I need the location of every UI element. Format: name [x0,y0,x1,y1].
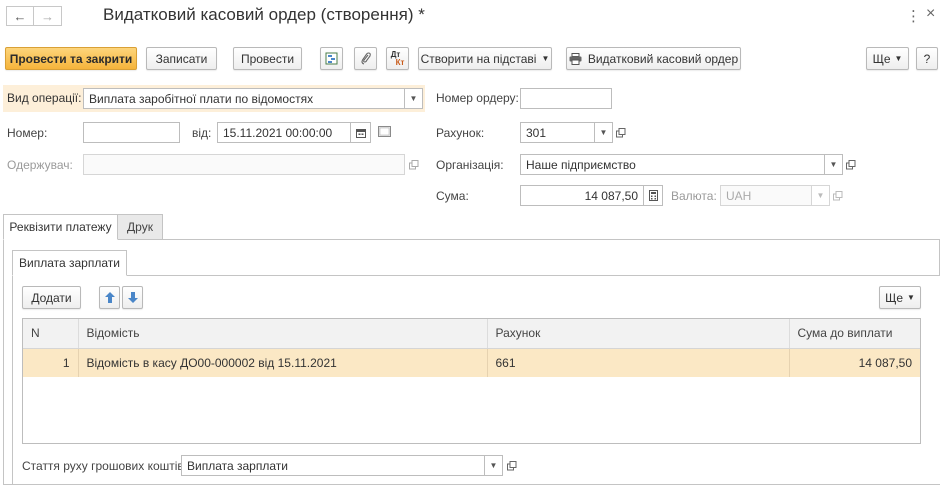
cashflow-input[interactable]: Виплата зарплати [181,455,485,476]
open-window-icon [833,190,843,200]
chevron-down-icon: ▼ [907,293,915,302]
column-header-account[interactable]: Рахунок [487,319,790,349]
cashflow-label: Стаття руху грошових коштів: [22,459,188,473]
table-more-label: Ще [885,290,903,305]
table-row[interactable]: 1 Відомість в касу ДО00-000002 від 15.11… [23,348,920,377]
save-button[interactable]: Записати [146,47,217,70]
chevron-down-icon: ▼ [894,54,903,63]
account-input[interactable]: 301 [520,122,595,143]
structure-icon [325,52,338,65]
currency-open-button[interactable] [829,185,847,206]
close-icon[interactable]: × [926,5,935,23]
create-based-on-label: Створити на підставі [420,51,537,66]
number-input[interactable] [83,122,180,143]
organization-label: Організація: [436,158,504,172]
chevron-down-icon: ▼ [489,461,498,470]
cell-amount: 14 087,50 [789,348,920,377]
amount-input[interactable]: 14 087,50 [520,185,644,206]
operation-label: Вид операції: [7,91,82,105]
tablet-icon[interactable] [378,126,391,140]
account-label: Рахунок: [436,126,485,140]
create-based-on-button[interactable]: Створити на підставі ▼ [418,47,552,70]
organization-open-button[interactable] [842,154,860,175]
post-button[interactable]: Провести [233,47,302,70]
recipient-input[interactable] [83,154,405,175]
open-window-icon [846,159,856,169]
column-header-statement[interactable]: Відомість [78,319,488,349]
paperclip-icon [360,52,371,65]
table-more-button[interactable]: Ще ▼ [879,286,921,309]
dt-kt-button[interactable]: Дт Кт [386,47,409,70]
printer-icon [569,52,582,65]
column-header-amount[interactable]: Сума до виплати [789,319,920,349]
organization-dropdown-button[interactable]: ▼ [825,154,843,175]
cell-statement: Відомість в касу ДО00-000002 від 15.11.2… [78,348,488,377]
operation-select[interactable]: Виплата заробітної плати по відомостях [83,88,405,109]
recipient-label: Одержувач: [7,158,73,172]
print-order-button[interactable]: Видатковий касовий ордер [566,47,741,70]
operation-dropdown-button[interactable]: ▼ [405,88,423,109]
column-header-n[interactable]: N [23,319,79,349]
chevron-down-icon: ▼ [409,94,418,103]
currency-dropdown-button[interactable]: ▼ [812,185,830,206]
open-window-icon [409,159,419,169]
amount-label: Сума: [436,189,469,203]
number-label: Номер: [7,126,48,140]
move-up-button[interactable] [99,286,120,309]
arrow-down-icon [127,292,138,303]
table-header-row: N Відомість Рахунок Сума до виплати [23,319,920,349]
add-button[interactable]: Додати [22,286,81,309]
currency-input[interactable]: UAH [720,185,812,206]
chevron-down-icon: ▼ [541,54,550,63]
post-and-close-button[interactable]: Провести та закрити [5,47,137,70]
cell-account: 661 [487,348,790,377]
cashflow-open-button[interactable] [503,455,521,476]
order-number-input[interactable] [520,88,612,109]
forward-button[interactable]: → [34,6,62,26]
help-button[interactable]: ? [916,47,938,70]
open-window-icon [507,460,517,470]
currency-label: Валюта: [671,189,717,203]
chevron-down-icon: ▼ [599,128,608,137]
calendar-button[interactable] [351,122,371,143]
chevron-down-icon: ▼ [816,191,825,200]
open-window-icon [616,127,626,137]
chevron-down-icon: ▼ [829,160,838,169]
date-input[interactable]: 15.11.2021 00:00:00 [217,122,351,143]
subtab-salary-payment[interactable]: Виплата зарплати [12,250,127,276]
more-label: Ще [872,51,891,66]
statements-table[interactable]: N Відомість Рахунок Сума до виплати 1 Ві… [22,318,921,444]
order-number-label: Номер ордеру: [436,91,519,105]
calendar-icon [355,128,366,138]
more-vertical-icon[interactable]: ⋮ [906,7,921,25]
cell-n: 1 [23,348,79,377]
window-title: Видатковий касовий ордер (створення) * [103,5,425,24]
tab-payment-details[interactable]: Реквізити платежу [3,214,118,240]
cashflow-dropdown-button[interactable]: ▼ [485,455,503,476]
move-down-button[interactable] [122,286,143,309]
kt-label: Кт [395,57,405,67]
attach-button[interactable] [354,47,377,70]
calculator-button[interactable] [644,185,663,206]
arrow-up-icon [104,292,115,303]
date-label: від: [192,126,212,140]
structure-button[interactable] [320,47,343,70]
recipient-open-button[interactable] [405,154,423,175]
account-dropdown-button[interactable]: ▼ [595,122,613,143]
organization-input[interactable]: Наше підприємство [520,154,825,175]
tab-print[interactable]: Друк [117,214,163,240]
print-order-label: Видатковий касовий ордер [587,51,739,66]
arrow-left-icon: ← [13,8,27,24]
calculator-icon [648,190,658,201]
arrow-right-icon: → [41,8,54,24]
more-button[interactable]: Ще ▼ [866,47,909,70]
account-open-button[interactable] [612,122,630,143]
back-button[interactable]: ← [6,6,34,26]
